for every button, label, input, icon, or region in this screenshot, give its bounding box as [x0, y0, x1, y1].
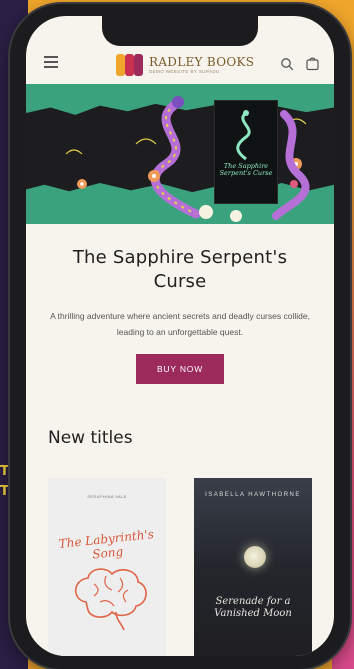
book-title: The Labyrinth's Song	[58, 527, 155, 562]
site-header: RADLEY BOOKS DEMO WEBSITE BY SUPADU	[26, 44, 334, 84]
book-card[interactable]: SERAPHINA VALE The Labyrinth's Song	[48, 478, 166, 656]
serpent-icon	[236, 110, 251, 161]
buy-now-button[interactable]: BUY NOW	[136, 354, 224, 384]
brain-icon	[74, 568, 147, 631]
phone-frame: RADLEY BOOKS DEMO WEBSITE BY SUPADU The …	[10, 4, 350, 669]
hero-book-cover[interactable]: The Sapphire Serpent's Curse	[214, 100, 278, 204]
hero-decorative-art	[65, 96, 310, 222]
logo-mark-icon	[116, 54, 143, 76]
book-author: SERAPHINA VALE	[87, 494, 127, 499]
featured-section: The Sapphire Serpent's Curse A thrilling…	[26, 224, 334, 448]
book-title: Serenade for a Vanished Moon	[214, 596, 292, 619]
brand-title: RADLEY BOOKS	[149, 54, 255, 69]
brand-logo[interactable]: RADLEY BOOKS DEMO WEBSITE BY SUPADU	[116, 54, 254, 76]
book-author: ISABELLA HAWTHORNE	[205, 492, 301, 498]
moon-icon	[244, 546, 266, 568]
phone-screen: RADLEY BOOKS DEMO WEBSITE BY SUPADU The …	[26, 16, 334, 656]
hero-banner[interactable]: The Sapphire Serpent's Curse	[26, 84, 334, 224]
featured-description: A thrilling adventure where ancient secr…	[50, 311, 310, 337]
book-card[interactable]: ISABELLA HAWTHORNE Serenade for a Vanish…	[194, 478, 312, 656]
new-titles-grid: SERAPHINA VALE The Labyrinth's Song ISAB…	[26, 448, 334, 656]
phone-notch	[102, 16, 258, 46]
search-icon[interactable]	[280, 57, 294, 71]
featured-title: The Sapphire Serpent's Curse	[72, 247, 288, 292]
menu-icon[interactable]	[44, 56, 58, 68]
new-titles-heading: New titles	[48, 428, 133, 448]
hero-book-title: The Sapphire Serpent's Curse	[219, 162, 273, 177]
brand-subtitle: DEMO WEBSITE BY SUPADU	[149, 68, 220, 74]
cart-icon[interactable]	[305, 56, 320, 71]
